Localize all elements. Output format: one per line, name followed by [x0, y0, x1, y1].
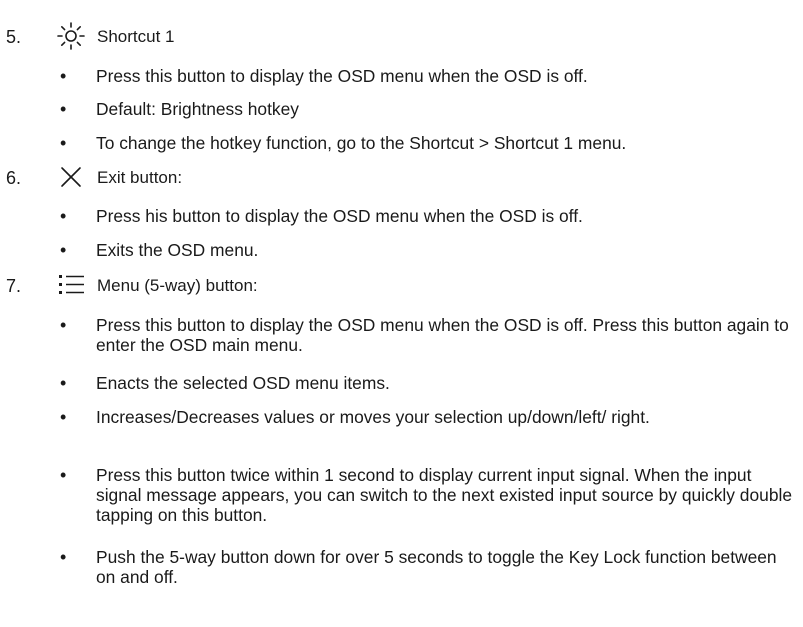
bullet-dot: •	[60, 465, 67, 485]
bullet-text: Push the 5-way button down for over 5 se…	[96, 547, 777, 587]
section-number: 7.	[6, 276, 22, 296]
section-title: Shortcut 1	[97, 27, 175, 46]
bullet-dot: •	[60, 240, 67, 260]
bullet-dot: •	[60, 315, 67, 335]
bullet-dot: •	[60, 206, 67, 226]
bullet-dot: •	[60, 407, 67, 427]
menu-list-icon	[56, 270, 86, 300]
manual-page: 5. Shortcut 1 • Press this button to dis…	[0, 0, 803, 627]
bullet-dot: •	[60, 133, 67, 153]
close-icon	[56, 162, 86, 192]
bullet-text: Increases/Decreases values or moves your…	[96, 407, 650, 427]
bullet-text: Press this button to display the OSD men…	[96, 66, 588, 86]
bullet-dot: •	[60, 373, 67, 393]
bullet-dot: •	[60, 99, 67, 119]
section-title: Menu (5-way) button:	[97, 276, 258, 295]
bullet-text: Press his button to display the OSD menu…	[96, 206, 583, 226]
bullet-text: To change the hotkey function, go to the…	[96, 133, 627, 153]
bullet-text: Enacts the selected OSD menu items.	[96, 373, 390, 393]
bullet-text: Default: Brightness hotkey	[96, 99, 299, 119]
section-number: 6.	[6, 168, 22, 188]
brightness-icon	[56, 21, 86, 51]
bullet-text: Exits the OSD menu.	[96, 240, 259, 260]
section-number: 5.	[6, 27, 22, 47]
bullet-dot: •	[60, 66, 67, 86]
bullet-text: Press this button twice within 1 second …	[96, 465, 793, 525]
section-title: Exit button:	[97, 168, 183, 187]
bullet-dot: •	[60, 547, 67, 567]
bullet-text: Press this button to display the OSD men…	[96, 315, 789, 355]
